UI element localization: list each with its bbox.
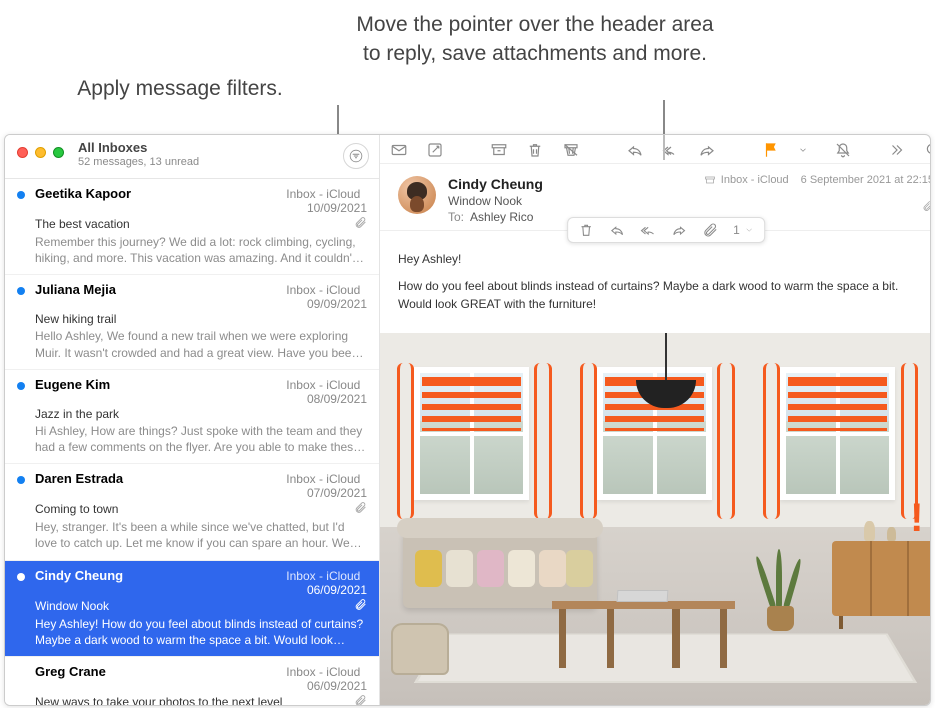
message-date: 07/09/2021: [307, 486, 367, 500]
message-subject-preview: New ways to take your photos to the next…: [35, 695, 282, 705]
message-reader-pane: Cindy Cheung Window Nook To: Ashley Rico…: [380, 135, 931, 705]
message-sender: Cindy Cheung: [35, 568, 123, 583]
message-attachment-image[interactable]: !: [380, 333, 931, 705]
message-header[interactable]: Cindy Cheung Window Nook To: Ashley Rico…: [380, 163, 931, 231]
annotation-leader-2b: [663, 134, 665, 160]
message-preview: Hey Ashley! How do you feel about blinds…: [35, 616, 367, 648]
annotation-filters: Apply message filters.: [40, 74, 320, 103]
message-mailbox-label: Inbox - iCloud: [286, 472, 367, 486]
message-preview: Hi Ashley, How are things? Just spoke wi…: [35, 423, 367, 455]
message-preview: Hey, stranger. It's been a while since w…: [35, 519, 367, 551]
attachment-icon[interactable]: [922, 200, 931, 215]
unread-dot-icon: [17, 382, 25, 390]
message-list-pane: All Inboxes 52 messages, 13 unread Geeti…: [5, 135, 380, 705]
message-body-line: Hey Ashley!: [398, 251, 931, 268]
message-subject: Window Nook: [448, 194, 931, 208]
mail-window: All Inboxes 52 messages, 13 unread Geeti…: [4, 134, 931, 706]
message-body-line: How do you feel about blinds instead of …: [398, 278, 931, 313]
annotation-header-hover: Move the pointer over the header area to…: [355, 10, 715, 69]
message-list-item[interactable]: Greg Crane Inbox - iCloud 06/09/2021 New w…: [5, 657, 379, 705]
message-to-name: Ashley Rico: [470, 210, 533, 224]
message-to-label: To:: [448, 210, 464, 224]
mute-button[interactable]: [834, 141, 852, 159]
compose-button[interactable]: [426, 141, 444, 159]
junk-button[interactable]: [562, 141, 580, 159]
message-list-item[interactable]: Geetika Kapoor Inbox - iCloud 10/09/2021 T…: [5, 179, 379, 275]
attachment-icon: [354, 501, 367, 517]
archive-button[interactable]: [490, 141, 508, 159]
mailbox-title: All Inboxes: [78, 141, 199, 156]
message-sender: Daren Estrada: [35, 471, 123, 486]
message-date: 06/09/2021: [307, 679, 367, 693]
sender-avatar[interactable]: [398, 176, 436, 214]
reply-button[interactable]: [626, 141, 644, 159]
message-subject-preview: The best vacation: [35, 217, 130, 231]
message-subject-preview: Coming to town: [35, 502, 118, 516]
unread-dot-icon: [17, 573, 25, 581]
message-datetime: 6 September 2021 at 22:15: [801, 174, 931, 186]
message-date: 08/09/2021: [307, 392, 367, 406]
hover-forward-button[interactable]: [671, 222, 687, 238]
message-mailbox[interactable]: Inbox - iCloud: [704, 174, 789, 186]
forward-button[interactable]: [698, 141, 716, 159]
search-button[interactable]: [924, 141, 931, 159]
delete-button[interactable]: [526, 141, 544, 159]
message-mailbox-label: Inbox - iCloud: [286, 187, 367, 201]
message-subject-preview: New hiking trail: [35, 312, 116, 326]
message-filter-button[interactable]: [343, 143, 369, 169]
message-meta: Inbox - iCloud 6 September 2021 at 22:15: [704, 174, 931, 186]
message-sender: Juliana Mejia: [35, 282, 116, 297]
message-subject-preview: Jazz in the park: [35, 407, 119, 421]
unread-dot-icon: [17, 476, 25, 484]
message-mailbox-label: Inbox - iCloud: [286, 665, 367, 679]
mailbox-count: 52 messages, 13 unread: [78, 156, 199, 169]
hover-attachments-button[interactable]: [702, 222, 718, 238]
attachment-icon: [354, 598, 367, 614]
header-hover-toolbar[interactable]: 1: [567, 217, 765, 243]
message-preview: Hello Ashley, We found a new trail when …: [35, 328, 367, 360]
message-list-item[interactable]: Juliana Mejia Inbox - iCloud 09/09/2021 Ne…: [5, 275, 379, 369]
message-list-header: All Inboxes 52 messages, 13 unread: [5, 135, 379, 179]
zoom-window-button[interactable]: [53, 147, 64, 158]
attachment-icon: [354, 694, 367, 705]
toolbar-overflow-button[interactable]: [888, 141, 906, 159]
drawn-exclamation-icon: !: [910, 496, 923, 541]
message-date: 09/09/2021: [307, 297, 367, 311]
message-sender: Geetika Kapoor: [35, 186, 131, 201]
message-subject-preview: Window Nook: [35, 599, 109, 613]
hover-reply-button[interactable]: [609, 222, 625, 238]
message-date: 10/09/2021: [307, 201, 367, 215]
message-sender: Greg Crane: [35, 664, 106, 679]
unread-dot-icon: [17, 191, 25, 199]
hover-attachments-count[interactable]: 1: [733, 223, 754, 237]
message-list-item[interactable]: Eugene Kim Inbox - iCloud 08/09/2021 Jazz …: [5, 370, 379, 464]
window-controls[interactable]: [17, 147, 64, 158]
minimize-window-button[interactable]: [35, 147, 46, 158]
message-body: Hey Ashley! How do you feel about blinds…: [380, 231, 931, 333]
flag-button[interactable]: [762, 141, 780, 159]
attachment-icon: [354, 216, 367, 232]
message-preview: Remember this journey? We did a lot: roc…: [35, 234, 367, 266]
hover-delete-button[interactable]: [578, 222, 594, 238]
message-list[interactable]: Geetika Kapoor Inbox - iCloud 10/09/2021 T…: [5, 179, 379, 705]
hover-reply-all-button[interactable]: [640, 222, 656, 238]
unread-dot-icon: [17, 287, 25, 295]
message-mailbox-label: Inbox - iCloud: [286, 569, 367, 583]
message-mailbox-label: Inbox - iCloud: [286, 378, 367, 392]
flag-menu-button[interactable]: [798, 141, 816, 159]
read-toggle-button[interactable]: [390, 141, 408, 159]
message-list-item[interactable]: Daren Estrada Inbox - iCloud 07/09/2021 Co…: [5, 464, 379, 560]
message-mailbox-label: Inbox - iCloud: [286, 283, 367, 297]
message-list-item[interactable]: Cindy Cheung Inbox - iCloud 06/09/2021 Win…: [5, 561, 379, 657]
message-sender: Eugene Kim: [35, 377, 110, 392]
main-toolbar: [380, 135, 931, 163]
message-date: 06/09/2021: [307, 583, 367, 597]
close-window-button[interactable]: [17, 147, 28, 158]
